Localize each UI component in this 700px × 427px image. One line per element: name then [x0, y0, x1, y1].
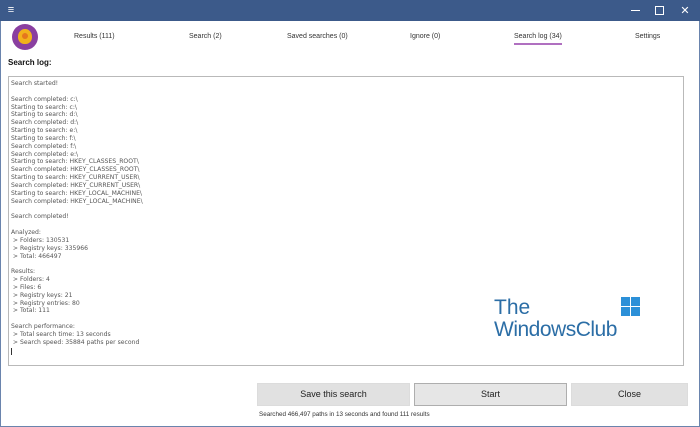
tab-settings[interactable]: Settings — [635, 32, 660, 42]
log-line: Search completed: HKEY_LOCAL_MACHINE\ — [11, 197, 143, 205]
search-log-heading: Search log: — [8, 58, 52, 67]
log-line: Search completed: HKEY_CLASSES_ROOT\ — [11, 166, 140, 174]
log-line: > Folders: 130531 — [11, 236, 70, 244]
log-line: Starting to search: d:\ — [11, 111, 78, 119]
log-line: Search completed: f:\ — [11, 142, 77, 150]
log-line: Starting to search: HKEY_CLASSES_ROOT\ — [11, 158, 139, 166]
log-line: Search completed: c:\ — [11, 95, 78, 103]
log-line: > Files: 6 — [11, 283, 42, 291]
title-bar: ≡ ✕ — [0, 0, 700, 21]
log-line: Starting to search: f:\ — [11, 134, 76, 142]
watermark-line2: WindowsClub — [494, 318, 617, 341]
log-line: Starting to search: c:\ — [11, 103, 77, 111]
tab-results[interactable]: Results (111) — [74, 32, 115, 42]
close-window-button[interactable]: ✕ — [672, 0, 698, 21]
maximize-button[interactable] — [647, 0, 673, 21]
tab-ignore[interactable]: Ignore (0) — [410, 32, 440, 42]
close-button[interactable]: Close — [571, 383, 688, 406]
close-icon: ✕ — [680, 4, 690, 17]
status-text: Searched 466,497 paths in 13 seconds and… — [259, 411, 430, 418]
hamburger-icon[interactable]: ≡ — [5, 4, 17, 16]
log-line: Search completed: d:\ — [11, 119, 79, 127]
log-line: Search completed: e:\ — [11, 150, 79, 158]
watermark-line1: The — [494, 296, 531, 319]
tab-search[interactable]: Search (2) — [189, 32, 222, 42]
log-line: Starting to search: HKEY_CURRENT_USER\ — [11, 174, 140, 182]
log-line: Search completed! — [11, 213, 69, 221]
tab-saved-searches[interactable]: Saved searches (0) — [287, 32, 348, 42]
log-line: > Registry keys: 335966 — [11, 244, 88, 252]
log-line: Starting to search: HKEY_LOCAL_MACHINE\ — [11, 189, 142, 197]
minimize-icon — [631, 10, 640, 11]
tab-bar: Results (111) Search (2) Saved searches … — [0, 32, 700, 46]
maximize-icon — [655, 6, 664, 15]
start-button[interactable]: Start — [414, 383, 567, 406]
watermark-logo: The WindowsClub — [494, 297, 654, 345]
minimize-button[interactable] — [623, 0, 649, 21]
log-line: > Folders: 4 — [11, 276, 50, 284]
tab-search-log[interactable]: Search log (34) — [514, 32, 562, 45]
text-caret — [11, 347, 12, 355]
save-search-button[interactable]: Save this search — [257, 383, 410, 406]
windows-flag-icon — [621, 297, 641, 317]
log-line: Results: — [11, 268, 36, 276]
log-line: Search started! — [11, 80, 59, 87]
log-line: > Total: 466497 — [11, 252, 62, 260]
log-line: Starting to search: e:\ — [11, 127, 78, 135]
log-line: Analyzed: — [11, 229, 41, 237]
log-line: Search completed: HKEY_CURRENT_USER\ — [11, 181, 141, 189]
